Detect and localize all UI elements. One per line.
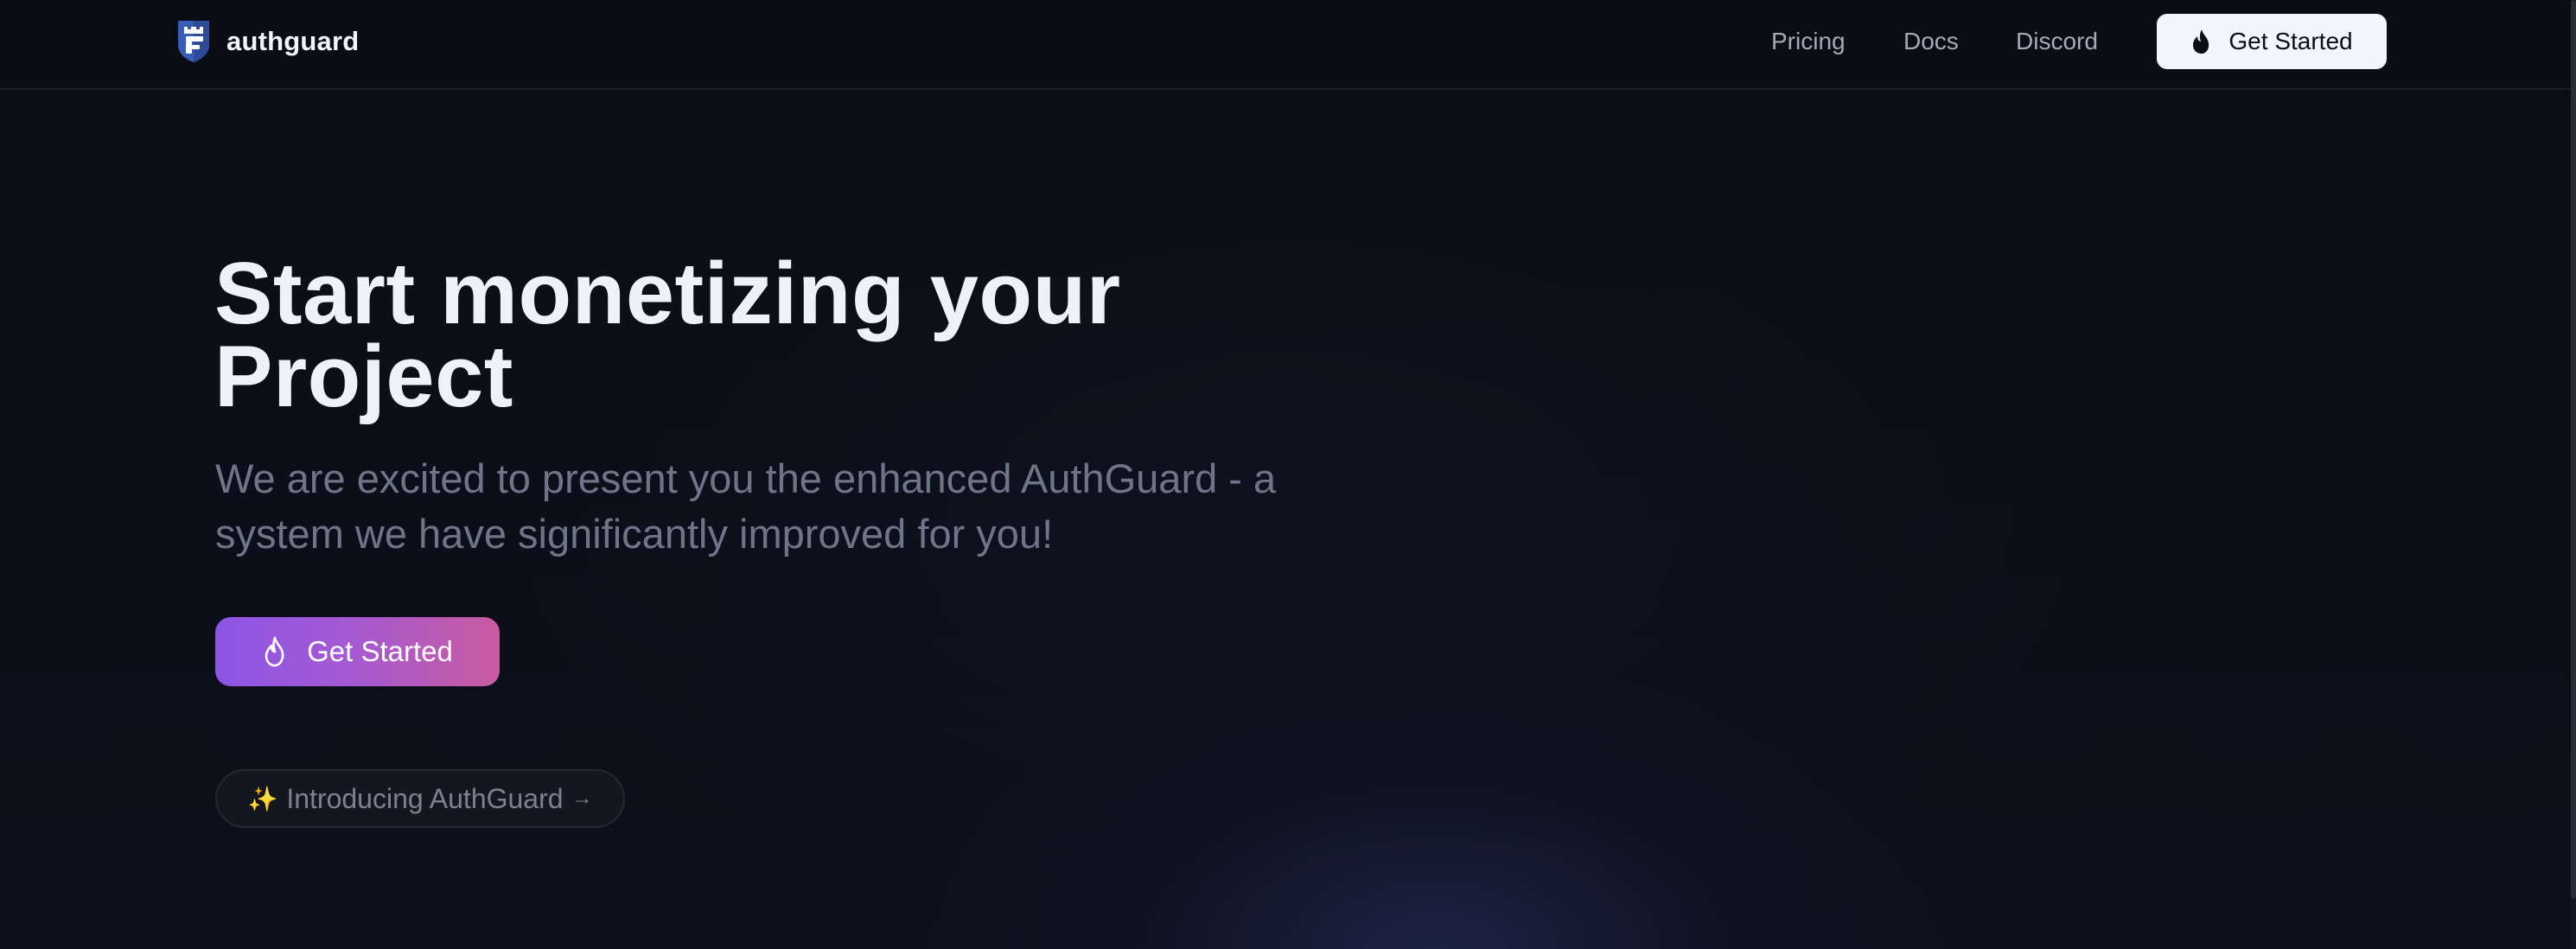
hero-title: Start monetizing your Project (214, 251, 1425, 421)
flame-outline-icon (265, 636, 284, 667)
nav-link-pricing[interactable]: Pricing (1771, 28, 1846, 55)
introducing-authguard-label: Introducing AuthGuard (286, 782, 564, 814)
arrow-right-icon: → (571, 787, 593, 810)
header-get-started-label: Get Started (2228, 28, 2353, 54)
flame-icon (2193, 29, 2209, 54)
shield-logo-icon (178, 21, 209, 62)
scrollbar-track[interactable] (2571, 0, 2576, 949)
site-header: authguard Pricing Docs Discord Get Start… (0, 0, 2571, 90)
hero-subtitle: We are excited to present you the enhanc… (215, 455, 1277, 557)
header-get-started-button[interactable]: Get Started (2157, 14, 2387, 69)
hero-title-line-2: Project (214, 328, 513, 425)
nav-link-docs[interactable]: Docs (1903, 28, 1959, 55)
scrollbar-thumb[interactable] (2571, 0, 2576, 899)
hero-get-started-label: Get Started (307, 635, 453, 667)
nav-link-discord[interactable]: Discord (2016, 28, 2098, 55)
sparkles-icon: ✨ (247, 785, 278, 812)
introducing-authguard-pill[interactable]: ✨ Introducing AuthGuard → (215, 769, 625, 828)
brand-name: authguard (226, 26, 360, 56)
brand-logo-link[interactable]: authguard (175, 19, 359, 64)
page: authguard Pricing Docs Discord Get Start… (0, 0, 2576, 949)
hero-get-started-button[interactable]: Get Started (215, 617, 500, 686)
